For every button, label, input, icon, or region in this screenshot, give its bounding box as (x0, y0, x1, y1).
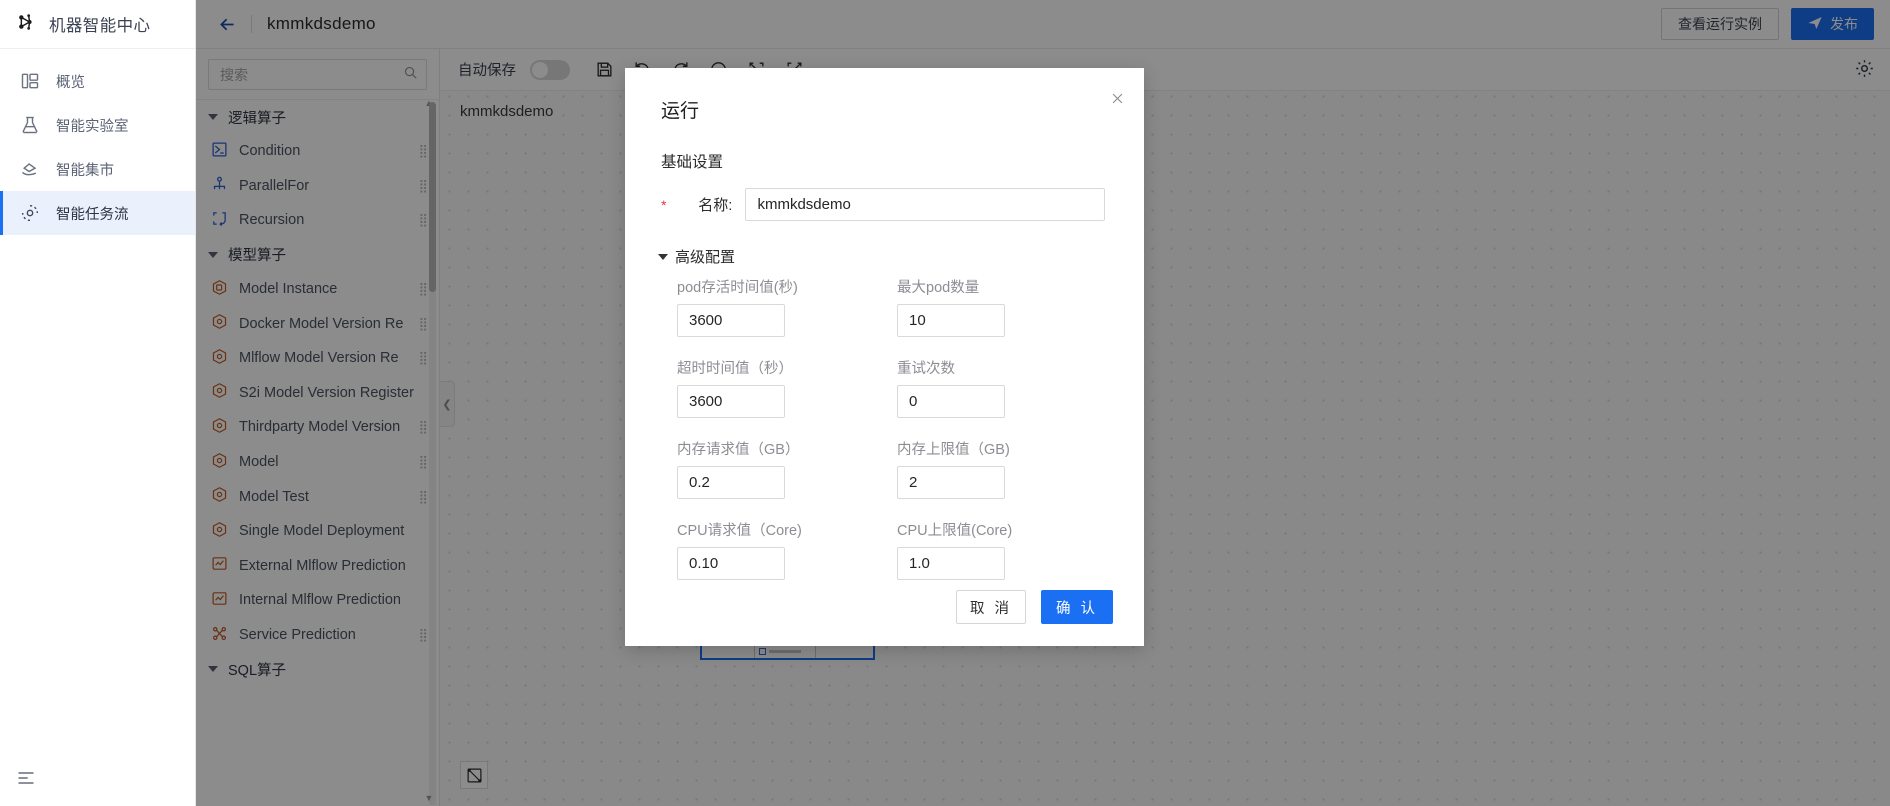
sidebar-item-label: 智能集市 (56, 162, 114, 179)
field-input[interactable] (897, 547, 1005, 580)
dialog-footer: 取 消 确 认 (625, 590, 1144, 624)
field-label: 内存上限值（GB) (897, 442, 1010, 458)
field-retry-count: 重试次数 (897, 357, 1117, 418)
field-input[interactable] (897, 385, 1005, 418)
section-title: 基础设置 (661, 154, 724, 171)
field-input[interactable] (897, 304, 1005, 337)
brand: 机器智能中心 (0, 0, 195, 49)
field-timeout: 超时时间值（秒） (677, 357, 897, 418)
sidebar-item-label: 概览 (56, 74, 85, 91)
sidebar-item-label: 智能实验室 (56, 118, 129, 135)
field-input[interactable] (897, 466, 1005, 499)
field-label: 最大pod数量 (897, 280, 980, 296)
field-max-pod-count: 最大pod数量 (897, 276, 1117, 337)
confirm-button[interactable]: 确 认 (1041, 590, 1113, 624)
brain-network-icon (14, 11, 36, 38)
menu-collapse-icon (18, 772, 34, 784)
advanced-config-label: 高级配置 (675, 249, 736, 266)
marketplace-icon (20, 159, 40, 179)
field-input[interactable] (677, 547, 785, 580)
field-label: 重试次数 (897, 361, 955, 377)
sidebar-item-lab[interactable]: 智能实验室 (0, 103, 195, 147)
name-input[interactable] (745, 188, 1106, 221)
name-field-row: * 名称: (661, 188, 1113, 221)
cancel-button[interactable]: 取 消 (956, 590, 1026, 624)
sidebar-collapse-button[interactable] (12, 764, 40, 792)
field-label: 内存请求值（GB） (677, 442, 800, 458)
sidebar-item-overview[interactable]: 概览 (0, 59, 195, 103)
field-cpu-request: CPU请求值（Core) (677, 519, 897, 580)
field-input[interactable] (677, 304, 785, 337)
advanced-config-toggle[interactable]: 高级配置 (658, 246, 735, 267)
field-memory-request: 内存请求值（GB） (677, 438, 897, 499)
close-button[interactable] (1106, 87, 1128, 109)
field-label: pod存活时间值(秒) (677, 280, 798, 296)
field-pod-alive-time: pod存活时间值(秒) (677, 276, 897, 337)
run-dialog: 运行 基础设置 * 名称: 高级配置 pod存活时间值(秒) 最大pod数量 超… (625, 68, 1144, 646)
required-marker: * (661, 196, 667, 213)
chevron-down-icon (658, 253, 668, 260)
field-label: 超时时间值（秒） (677, 361, 793, 377)
close-icon (1112, 93, 1122, 103)
advanced-config-grid: pod存活时间值(秒) 最大pod数量 超时时间值（秒） 重试次数 内存请求值（… (677, 276, 1117, 600)
field-label: CPU请求值（Core) (677, 523, 802, 539)
field-input[interactable] (677, 385, 785, 418)
name-field-label: 名称: (698, 197, 733, 214)
brand-title: 机器智能中心 (49, 17, 151, 35)
field-label: CPU上限值(Core) (897, 523, 1013, 539)
sidebar-item-label: 智能任务流 (56, 206, 129, 223)
field-memory-limit: 内存上限值（GB) (897, 438, 1117, 499)
field-input[interactable] (677, 466, 785, 499)
sidebar-nav: 概览 智能实验室 智能集市 智能任务流 (0, 49, 195, 235)
sidebar-item-workflow[interactable]: 智能任务流 (0, 191, 195, 235)
global-sidebar: 机器智能中心 概览 智能实验室 智能集市 智能任务流 (0, 0, 196, 806)
app-root: 机器智能中心 概览 智能实验室 智能集市 智能任务流 kmmkdsdemo 查看… (0, 0, 1890, 806)
flask-icon (20, 115, 40, 135)
workflow-target-icon (20, 203, 40, 223)
dashboard-icon (20, 71, 40, 91)
sidebar-item-marketplace[interactable]: 智能集市 (0, 147, 195, 191)
field-cpu-limit: CPU上限值(Core) (897, 519, 1117, 580)
dialog-title: 运行 (661, 101, 700, 122)
